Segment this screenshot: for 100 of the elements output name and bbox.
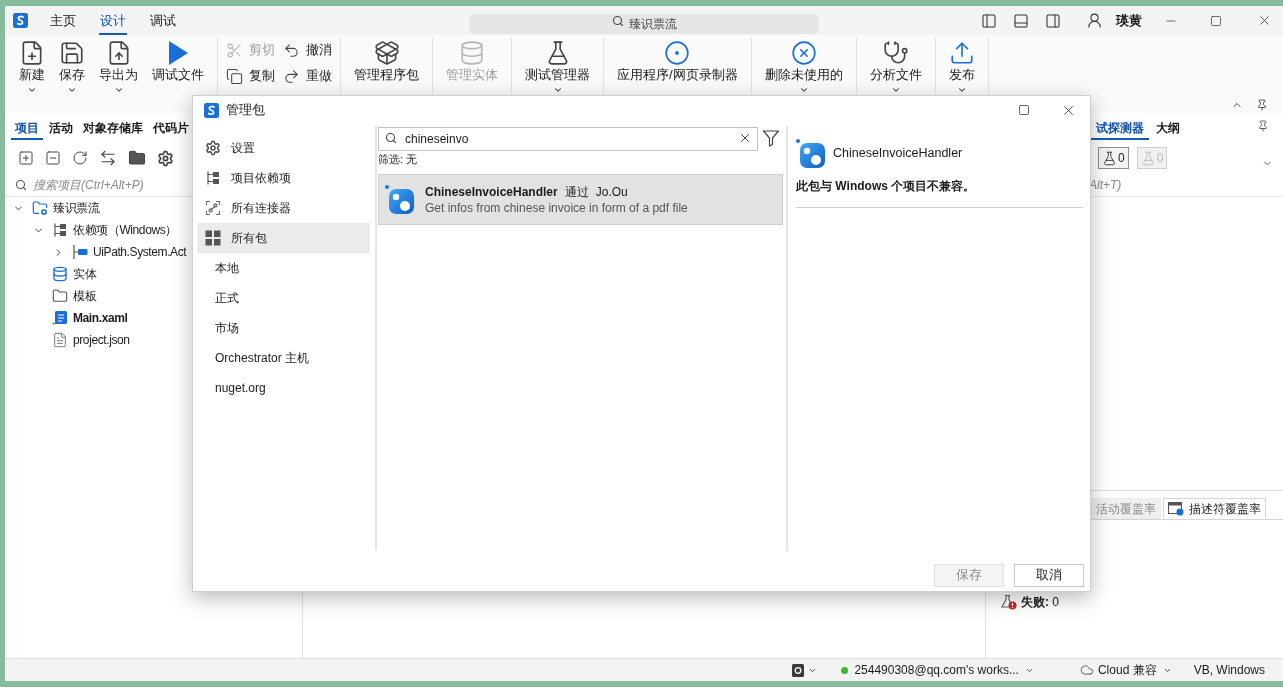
workflow-file-icon: [52, 310, 68, 326]
panel-tab[interactable]: 项目: [11, 118, 43, 140]
export-button[interactable]: 导出为: [94, 35, 143, 95]
publish-button[interactable]: 发布: [943, 35, 980, 95]
record-icon: [664, 40, 691, 66]
folder-icon: [52, 288, 68, 304]
close-icon[interactable]: [1257, 13, 1272, 28]
play-icon: [167, 40, 189, 66]
tree-item-label[interactable]: 臻识票流: [53, 199, 100, 217]
circle-x-icon: [790, 40, 817, 66]
test-count-button[interactable]: 0: [1098, 147, 1129, 169]
settings-icon[interactable]: [157, 149, 174, 167]
app-logo-icon: [13, 13, 28, 28]
maximize-icon[interactable]: [1018, 104, 1030, 116]
tree-item-label[interactable]: UiPath.System.Act: [93, 243, 187, 261]
package-row[interactable]: ChineseInvoiceHandler 通过 Jo.Ou Get infos from chinese invoice in form of a pdf file: [378, 174, 783, 225]
nav-item[interactable]: 设置: [197, 133, 370, 163]
search-icon: [385, 132, 397, 144]
search-icon: [612, 14, 624, 27]
redo-button[interactable]: 重做: [283, 65, 332, 87]
user-name: 瑛黄: [1116, 11, 1142, 30]
analyze-file-button[interactable]: 分析文件: [864, 35, 927, 95]
language-label: VB, Windows: [1193, 662, 1265, 679]
nav-item[interactable]: 市场: [197, 313, 370, 343]
swap-arrows-icon[interactable]: [99, 149, 117, 167]
menu-tab[interactable]: 主页: [49, 6, 77, 35]
upload-icon: [948, 40, 975, 66]
package-name: ChineseInvoiceHandler: [833, 145, 963, 163]
pin-icon[interactable]: [1256, 99, 1268, 111]
redo-icon: [283, 67, 300, 85]
nav-item[interactable]: 本地: [197, 253, 370, 283]
search-field[interactable]: 搜索项目(Ctrl+Alt+P): [33, 175, 193, 194]
search-field[interactable]: 臻识票流: [469, 13, 819, 34]
package-author: Jo.Ou: [595, 183, 628, 200]
open-box-icon: [373, 40, 400, 66]
author-prefix: 通过: [564, 183, 589, 200]
menu-tab[interactable]: 调试: [149, 6, 177, 35]
nav-item[interactable]: 所有连接器: [197, 193, 370, 223]
panel-tab[interactable]: 活动: [45, 118, 77, 140]
file-icon: [52, 332, 68, 348]
manage-packages-button[interactable]: 管理程序包: [349, 35, 424, 95]
app-logo-icon: [204, 102, 219, 118]
new-button[interactable]: 新建: [14, 35, 50, 95]
copy-button[interactable]: 复制: [226, 65, 275, 87]
package-name: ChineseInvoiceHandler: [425, 183, 558, 200]
right-panel-icon[interactable]: [1045, 12, 1061, 29]
nav-item[interactable]: 所有包: [197, 223, 370, 253]
coverage-tab[interactable]: 描述符覆盖率: [1163, 498, 1266, 519]
test-manager-button[interactable]: 测试管理器: [520, 35, 595, 95]
search-field[interactable]: chineseinvo: [378, 127, 758, 151]
failed-count: 失败: 0: [1021, 594, 1059, 611]
tree-item-label[interactable]: Main.xaml: [73, 309, 128, 327]
remove-unused-button[interactable]: 删除未使用的: [759, 35, 848, 95]
pin-icon[interactable]: [1257, 120, 1269, 132]
undo-button[interactable]: 撤消: [283, 39, 332, 61]
nav-item[interactable]: 项目依赖项: [197, 163, 370, 193]
bottom-panel-icon[interactable]: [1013, 12, 1029, 29]
tree-structure-icon: [52, 222, 68, 238]
package-description: Get infos from chinese invoice in form of a pdf file: [425, 199, 688, 216]
tree-item-label[interactable]: 模板: [73, 287, 97, 305]
nav-item[interactable]: Orchestrator 主机: [197, 343, 370, 373]
refresh-icon[interactable]: [72, 150, 88, 166]
maximize-icon[interactable]: [1210, 14, 1222, 27]
panel-tab[interactable]: 大纲: [1151, 118, 1185, 140]
collapse-all-icon[interactable]: [45, 150, 61, 166]
nav-item[interactable]: nuget.org: [197, 373, 370, 403]
left-panel-icon[interactable]: [981, 12, 997, 29]
folder-icon[interactable]: [128, 149, 146, 167]
clear-icon[interactable]: [738, 131, 752, 145]
database-icon: [459, 40, 485, 66]
nav-item[interactable]: 正式: [197, 283, 370, 313]
scissors-icon: [226, 41, 243, 59]
workspace-label[interactable]: 254490308@qq.com's works...: [854, 661, 1019, 679]
compatibility-label[interactable]: Cloud 兼容: [1097, 661, 1157, 679]
grid-icon: [205, 230, 221, 246]
compatibility-message: 此包与 Windows 个项目不兼容。: [796, 178, 977, 194]
panel-tab[interactable]: 对象存储库: [79, 118, 147, 140]
undo-icon: [283, 41, 300, 59]
filter-icon[interactable]: [762, 129, 780, 147]
debug-file-button[interactable]: 调试文件: [147, 35, 209, 95]
filter-status: 筛选: 无: [378, 152, 418, 166]
branch-block-icon: [72, 244, 88, 260]
stethoscope-icon: [882, 40, 909, 66]
tree-item-label[interactable]: 实体: [73, 265, 97, 283]
panel-tab[interactable]: 代码片: [149, 118, 193, 140]
user-icon[interactable]: [1086, 12, 1103, 29]
tree-item-label[interactable]: 依赖项（Windows）: [73, 221, 177, 239]
expand-all-icon[interactable]: [18, 150, 34, 166]
camera-icon[interactable]: [792, 663, 805, 677]
recorder-button[interactable]: 应用程序/网页录制器: [612, 35, 743, 95]
cancel-button[interactable]: 取消: [1014, 564, 1084, 587]
chevron-right-icon[interactable]: [53, 246, 64, 258]
package-icon: [796, 139, 825, 168]
flask-icon: [1102, 150, 1117, 166]
search-field[interactable]: Alt+T): [1089, 175, 1239, 194]
copy-icon: [226, 67, 243, 85]
tree-item-label[interactable]: project.json: [73, 331, 130, 349]
tree-structure-icon: [205, 170, 221, 186]
cloud-icon: [1079, 663, 1094, 677]
save-button[interactable]: 保存: [54, 35, 90, 95]
